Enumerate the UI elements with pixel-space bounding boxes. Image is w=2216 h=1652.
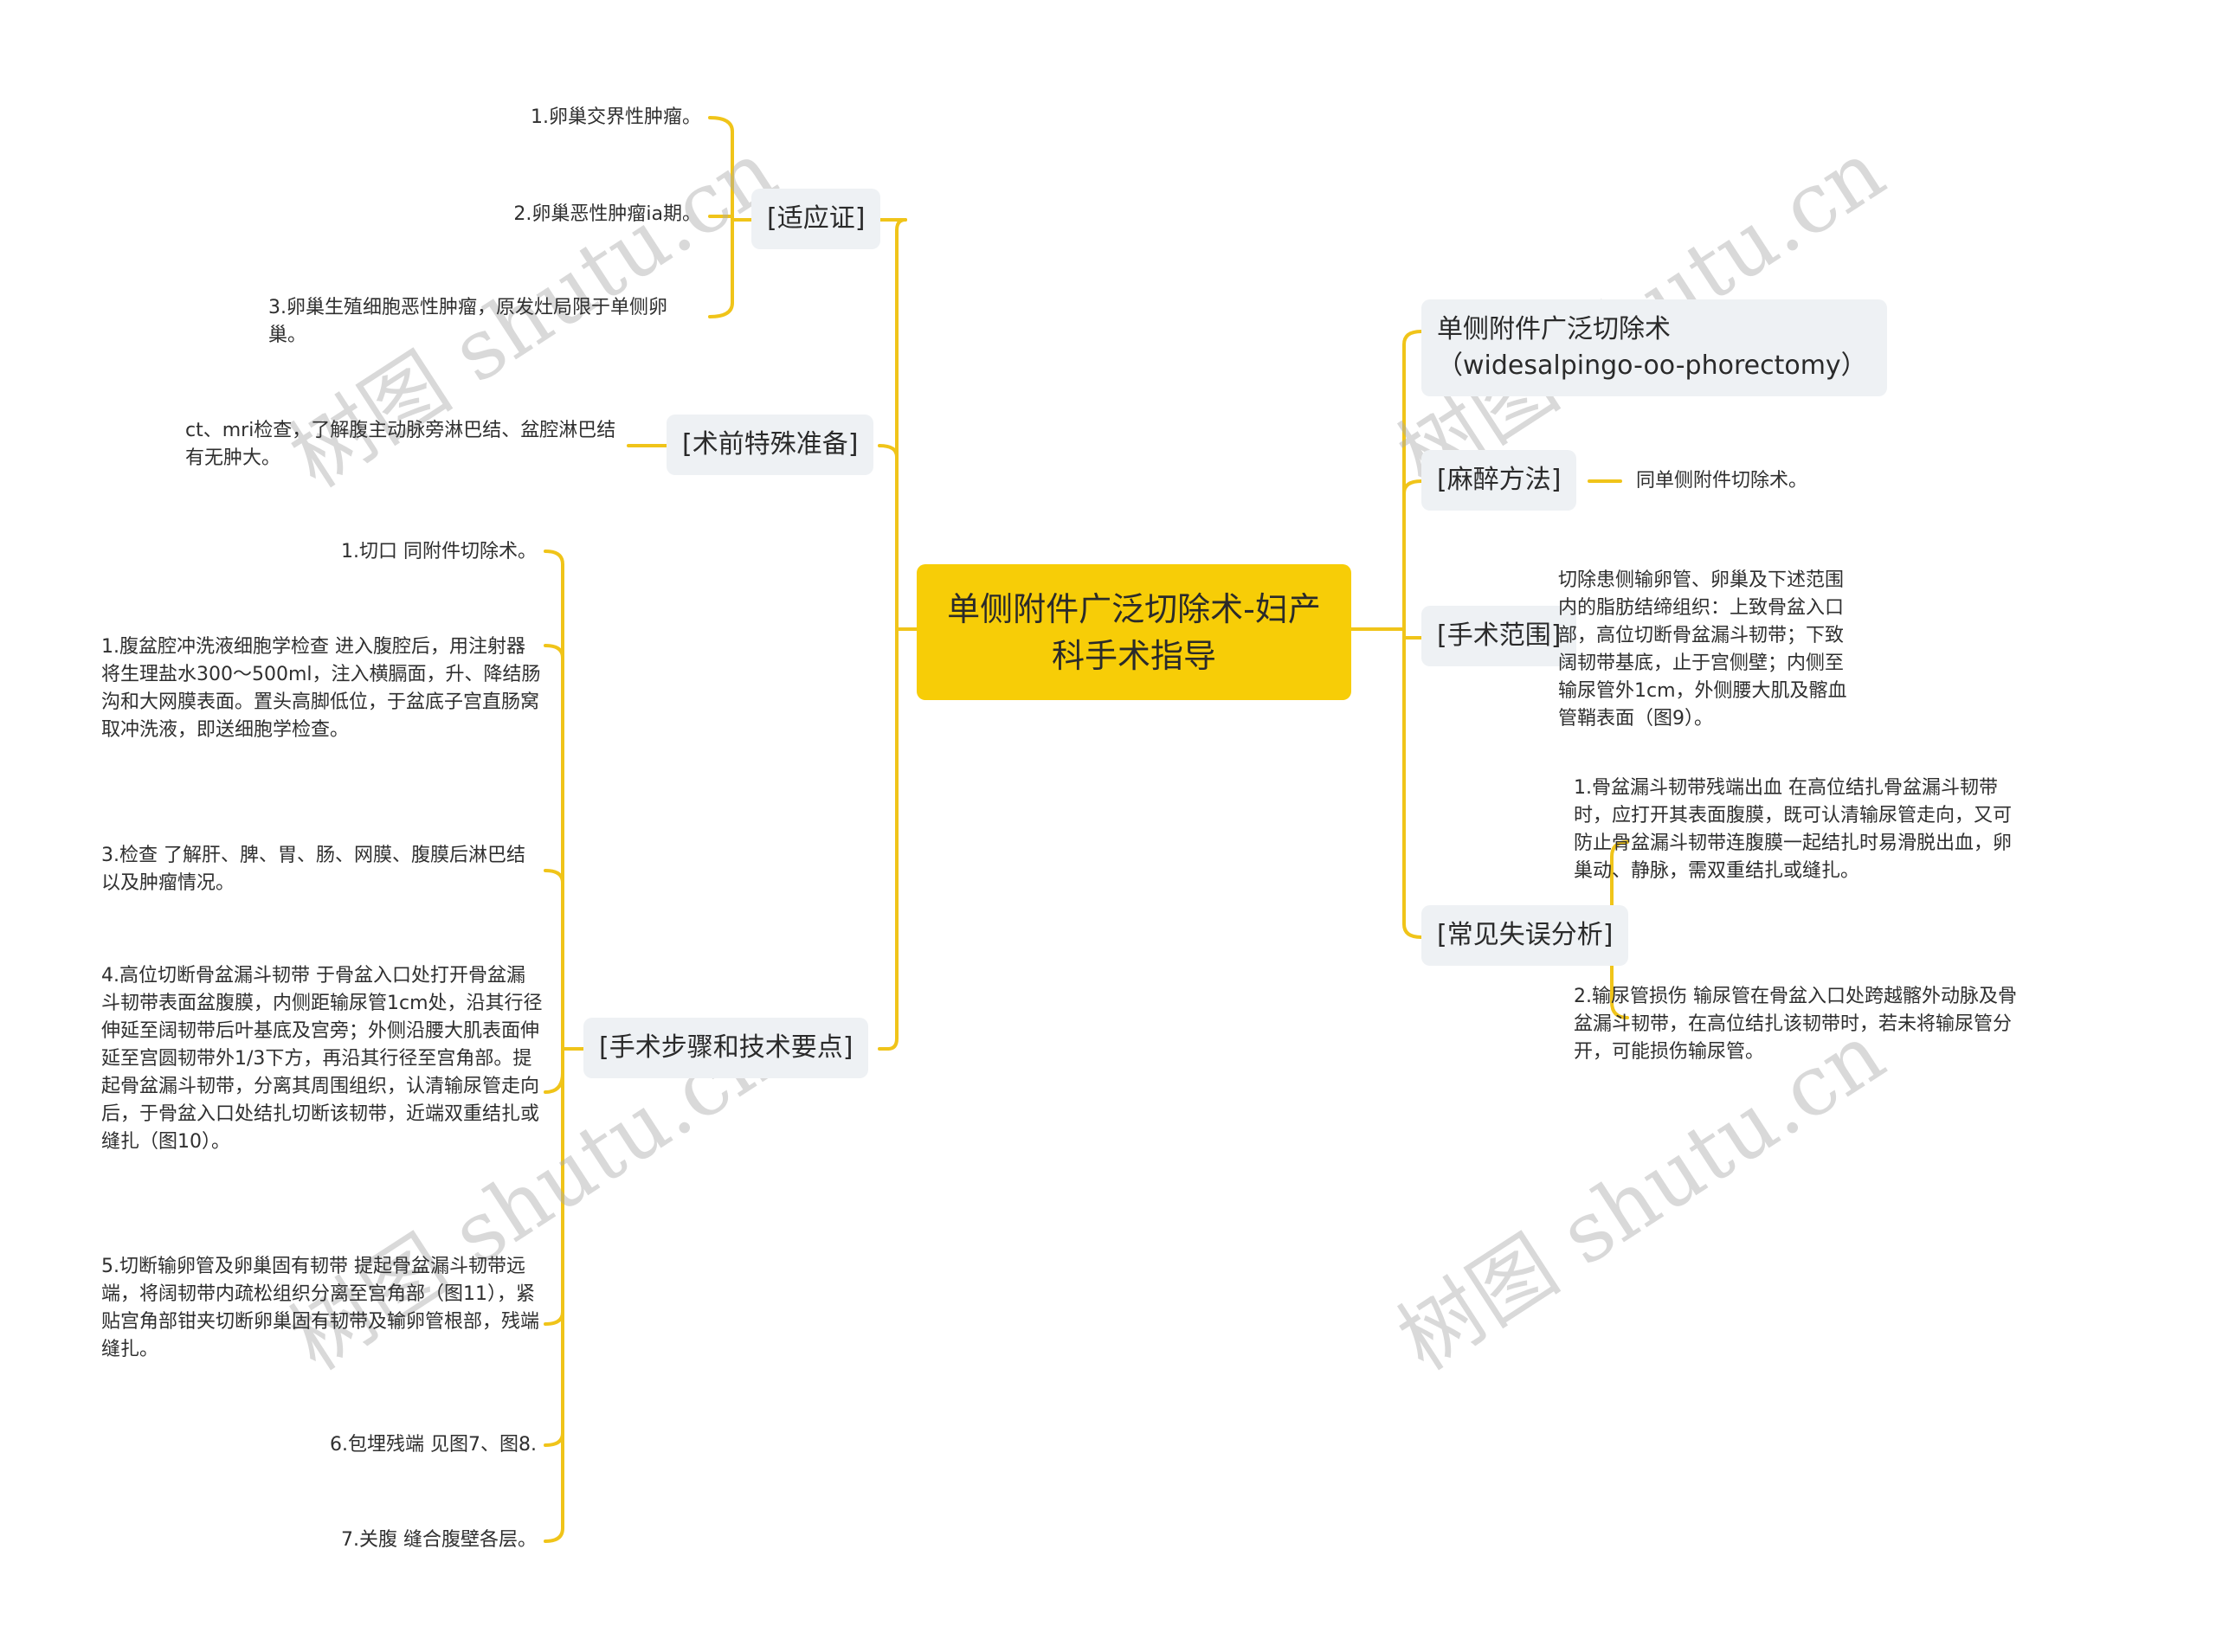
branch-indications[interactable]: [适应证] [751,189,881,249]
leaf-error-2[interactable]: 2.输尿管损伤 输尿管在骨盆入口处跨越髂外动脉及骨盆漏斗韧带，在高位结扎该韧带时… [1574,983,2024,1066]
leaf-anesthesia-1[interactable]: 同单侧附件切除术。 [1636,467,1896,495]
leaf-indication-3[interactable]: 3.卵巢生殖细胞恶性肿瘤，原发灶局限于单侧卵巢。 [268,294,701,350]
leaf-step-1[interactable]: 1.切口 同附件切除术。 [208,538,537,566]
leaf-step-7[interactable]: 7.关腹 缝合腹壁各层。 [208,1527,537,1554]
leaf-step-3[interactable]: 3.检查 了解肝、脾、胃、肠、网膜、腹膜后淋巴结以及肿瘤情况。 [101,842,543,897]
branch-steps[interactable]: [手术步骤和技术要点] [583,1018,869,1078]
leaf-step-2[interactable]: 1.腹盆腔冲洗液细胞学检查 进入腹腔后，用注射器将生理盐水300～500ml，注… [101,633,543,744]
branch-preop[interactable]: [术前特殊准备] [667,415,874,475]
leaf-step-6[interactable]: 6.包埋残端 见图7、图8. [208,1431,537,1459]
leaf-preop-1[interactable]: ct、mri检查，了解腹主动脉旁淋巴结、盆腔淋巴结有无肿大。 [185,417,618,472]
connector-left-spine [886,218,907,1051]
leaf-scope-1[interactable]: 切除患侧输卵管、卵巢及下述范围内的脂肪结缔组织：上致骨盆入口部，高位切断骨盆漏斗… [1558,567,1861,733]
branch-errors[interactable]: [常见失误分析] [1421,905,1629,966]
branch-scope[interactable]: [手术范围] [1421,606,1577,666]
leaf-step-5[interactable]: 5.切断输卵管及卵巢固有韧带 提起骨盆漏斗韧带远端，将阔韧带内疏松组织分离至宫角… [101,1253,543,1364]
leaf-indication-1[interactable]: 1.卵巢交界性肿瘤。 [398,104,701,132]
mindmap-canvas: 树图 shutu.cn 树图 shutu.cn 树图 shutu.cn 树图 s… [0,0,2216,1652]
root-topic[interactable]: 单侧附件广泛切除术-妇产科手术指导 [917,564,1351,700]
connector-preop [878,444,899,459]
root-title: 单侧附件广泛切除术-妇产科手术指导 [947,589,1321,675]
connector-right-spine [1402,330,1423,939]
branch-anesthesia[interactable]: [麻醉方法] [1421,450,1577,511]
bracket-steps [544,550,564,1543]
connector-anesthesia [1402,479,1423,495]
leaf-indication-2[interactable]: 2.卵巢恶性肿瘤ia期。 [398,201,701,228]
leaf-error-1[interactable]: 1.骨盆漏斗韧带残端出血 在高位结扎骨盆漏斗韧带时，应打开其表面腹膜，既可认清输… [1574,775,2024,885]
branch-english-name[interactable]: 单侧附件广泛切除术（widesalpingo-oo-phorectomy） [1421,299,1887,396]
leaf-step-4[interactable]: 4.高位切断骨盆漏斗韧带 于骨盆入口处打开骨盆漏斗韧带表面盆腹膜，内侧距输尿管1… [101,962,543,1156]
